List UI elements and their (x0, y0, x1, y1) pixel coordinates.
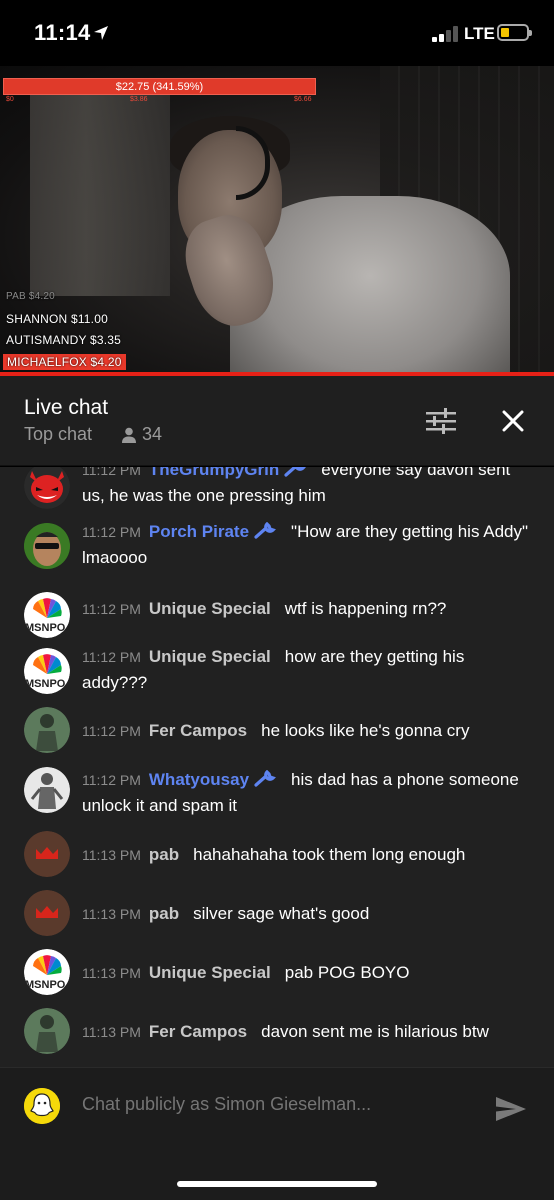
user-avatar[interactable] (24, 523, 70, 569)
moderator-wrench-icon (254, 522, 277, 539)
message-author[interactable]: Porch Pirate (149, 522, 249, 541)
user-avatar[interactable] (24, 1008, 70, 1054)
status-time: 11:14 (34, 20, 91, 45)
sliders-icon[interactable] (424, 406, 458, 436)
message-author[interactable]: Unique Special (149, 647, 271, 666)
close-icon[interactable] (496, 404, 530, 438)
user-avatar[interactable] (24, 707, 70, 753)
message-author[interactable]: pab (149, 904, 179, 923)
message-author[interactable]: Whatyousay (149, 770, 249, 789)
cell-signal-icon (432, 24, 460, 42)
user-avatar[interactable] (24, 890, 70, 936)
donation-goal-bar: $22.75 (341.59%) (3, 78, 316, 95)
message-time: 11:12 PM (82, 601, 141, 617)
user-avatar[interactable]: MSNPO (24, 592, 70, 638)
chat-input[interactable] (82, 1094, 442, 1115)
message-author[interactable]: Unique Special (149, 963, 271, 982)
user-avatar[interactable] (24, 767, 70, 813)
battery-icon (497, 24, 532, 41)
message-author[interactable]: Fer Campos (149, 721, 247, 740)
message-time: 11:12 PM (82, 467, 141, 478)
moderator-wrench-icon (284, 467, 307, 477)
goal-mid-label: $3.86 (130, 96, 148, 103)
network-label: LTE (464, 24, 495, 43)
message-text: wtf is happening rn?? (284, 599, 447, 618)
viewer-count: 34 (120, 424, 162, 445)
donor-entry: SHANNON $11.00 (6, 312, 108, 326)
donor-entry-current: MICHAELFOX $4.20 (3, 354, 126, 370)
message-text: pab POG BOYO (284, 963, 410, 982)
user-avatar[interactable]: MSNPO (24, 949, 70, 995)
svg-text:MSNPO: MSNPO (25, 678, 66, 690)
home-indicator-area (0, 1153, 554, 1200)
message-author[interactable]: Fer Campos (149, 1022, 247, 1041)
home-indicator[interactable] (177, 1181, 377, 1187)
message-text: he looks like he's gonna cry (261, 721, 470, 740)
message-author[interactable]: pab (149, 845, 179, 864)
status-bar: 11:14 LTE (0, 0, 554, 66)
user-avatar[interactable] (24, 467, 70, 509)
message-text: his dad has a phone someone unlock it an… (82, 770, 519, 815)
donor-entry: AUTISMANDY $3.35 (6, 333, 122, 347)
chat-input-bar (0, 1067, 554, 1153)
chat-message-list[interactable]: 11:12 PM TheGrumpyGrin everyone say davon … (0, 467, 554, 1067)
goal-min-label: $0 (6, 96, 14, 103)
user-avatar[interactable]: MSNPO (24, 648, 70, 694)
message-text: hahahahaha took them long enough (193, 845, 466, 864)
message-text: silver sage what's good (193, 904, 370, 923)
chat-header: Live chat Top chat 34 (0, 376, 554, 466)
location-arrow-icon (94, 26, 108, 40)
chat-mode-selector[interactable]: Top chat (24, 424, 92, 445)
message-time: 11:12 PM (82, 772, 141, 788)
message-text: davon sent me is hilarious btw (261, 1022, 489, 1041)
svg-text:MSNPO: MSNPO (25, 979, 66, 991)
message-time: 11:13 PM (82, 1024, 141, 1040)
message-time: 11:13 PM (82, 906, 141, 922)
moderator-wrench-icon (254, 770, 276, 787)
user-avatar[interactable] (24, 831, 70, 877)
message-time: 11:12 PM (82, 524, 141, 540)
message-time: 11:12 PM (82, 649, 141, 665)
current-user-avatar (24, 1088, 60, 1124)
svg-text:MSNPO: MSNPO (25, 622, 66, 634)
donation-goal-text: $22.75 (341.59%) (115, 81, 204, 93)
person-icon (122, 427, 136, 443)
chat-title: Live chat (24, 396, 109, 419)
viewer-count-value: 34 (142, 424, 163, 444)
message-time: 11:12 PM (82, 723, 141, 739)
message-time: 11:13 PM (82, 965, 141, 981)
send-icon[interactable] (494, 1094, 528, 1124)
message-author[interactable]: TheGrumpyGrin (149, 467, 279, 479)
video-player[interactable]: $22.75 (341.59%) $0 $3.86 $6.66 PAB $4.2… (0, 66, 554, 376)
message-time: 11:13 PM (82, 847, 141, 863)
goal-max-label: $6.66 (294, 96, 312, 103)
donor-entry: PAB $4.20 (6, 291, 55, 302)
message-author[interactable]: Unique Special (149, 599, 271, 618)
